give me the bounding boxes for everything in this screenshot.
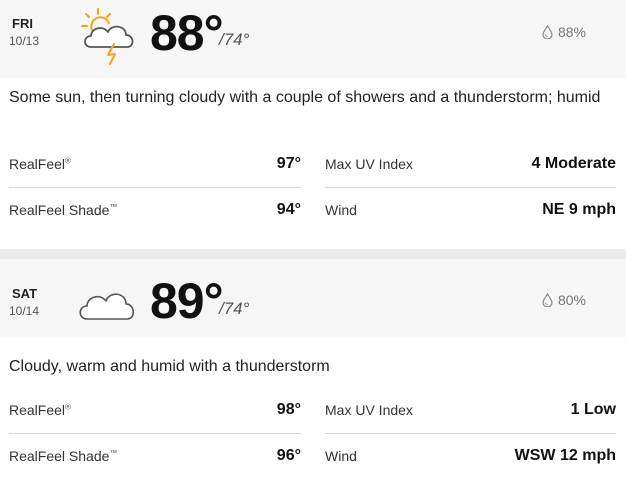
day-header[interactable]: FRI 10/13 88° /74° 88% [0, 0, 626, 78]
realfeel-shade-label: RealFeel Shade™ [9, 448, 118, 464]
max-uv-value: 1 Low [570, 401, 616, 418]
realfeel-shade-row: RealFeel Shade™ 94° [9, 187, 301, 233]
wind-value: NE 9 mph [542, 201, 616, 218]
raindrop-icon [542, 25, 553, 39]
realfeel-label: RealFeel® [9, 402, 71, 418]
day-of-week: SAT [12, 286, 38, 301]
day-header[interactable]: SAT 10/14 89° /74° 80% [0, 259, 626, 337]
forecast-phrase: Cloudy, warm and humid with a thundersto… [9, 358, 330, 375]
max-uv-row: Max UV Index 1 Low [325, 387, 616, 434]
max-uv-row: Max UV Index 4 Moderate [325, 141, 616, 188]
realfeel-label: RealFeel® [9, 156, 71, 172]
realfeel-shade-label: RealFeel Shade™ [9, 202, 118, 218]
daily-forecast-card-fri[interactable]: FRI 10/13 88° /74° 88% Some sun, then tu… [0, 0, 626, 249]
high-temperature: 88° [150, 5, 224, 61]
realfeel-value: 98° [276, 401, 301, 418]
wind-label: Wind [325, 202, 357, 218]
forecast-phrase: Some sun, then turning cloudy with a cou… [9, 89, 601, 106]
daily-forecast-card-sat[interactable]: SAT 10/14 89° /74° 80% Cloudy, warm and … [0, 259, 626, 494]
high-temperature: 89° [150, 273, 224, 329]
max-uv-label: Max UV Index [325, 402, 413, 418]
day-date: 10/13 [9, 34, 40, 48]
cloudy-icon [78, 271, 140, 333]
day-date: 10/14 [9, 304, 40, 318]
raindrop-icon [542, 293, 553, 307]
wind-value: WSW 12 mph [514, 447, 616, 464]
precipitation-value: 80% [557, 292, 586, 308]
max-uv-label: Max UV Index [325, 156, 413, 172]
precipitation-probability: 80% [542, 292, 586, 308]
partly-sunny-thunderstorm-icon [78, 6, 140, 68]
day-of-week: FRI [12, 16, 33, 31]
realfeel-row: RealFeel® 98° [9, 387, 301, 434]
precipitation-probability: 88% [542, 24, 586, 40]
realfeel-row: RealFeel® 97° [9, 141, 301, 188]
wind-row: Wind WSW 12 mph [325, 433, 616, 479]
realfeel-value: 97° [276, 155, 301, 172]
low-temperature: /74° [219, 299, 250, 318]
max-uv-value: 4 Moderate [531, 155, 616, 172]
precipitation-value: 88% [557, 24, 586, 40]
realfeel-shade-value: 96° [276, 447, 301, 464]
low-temperature: /74° [219, 30, 250, 49]
realfeel-shade-value: 94° [276, 201, 301, 218]
wind-label: Wind [325, 448, 357, 464]
section-divider [0, 249, 626, 259]
realfeel-shade-row: RealFeel Shade™ 96° [9, 433, 301, 479]
wind-row: Wind NE 9 mph [325, 187, 616, 233]
